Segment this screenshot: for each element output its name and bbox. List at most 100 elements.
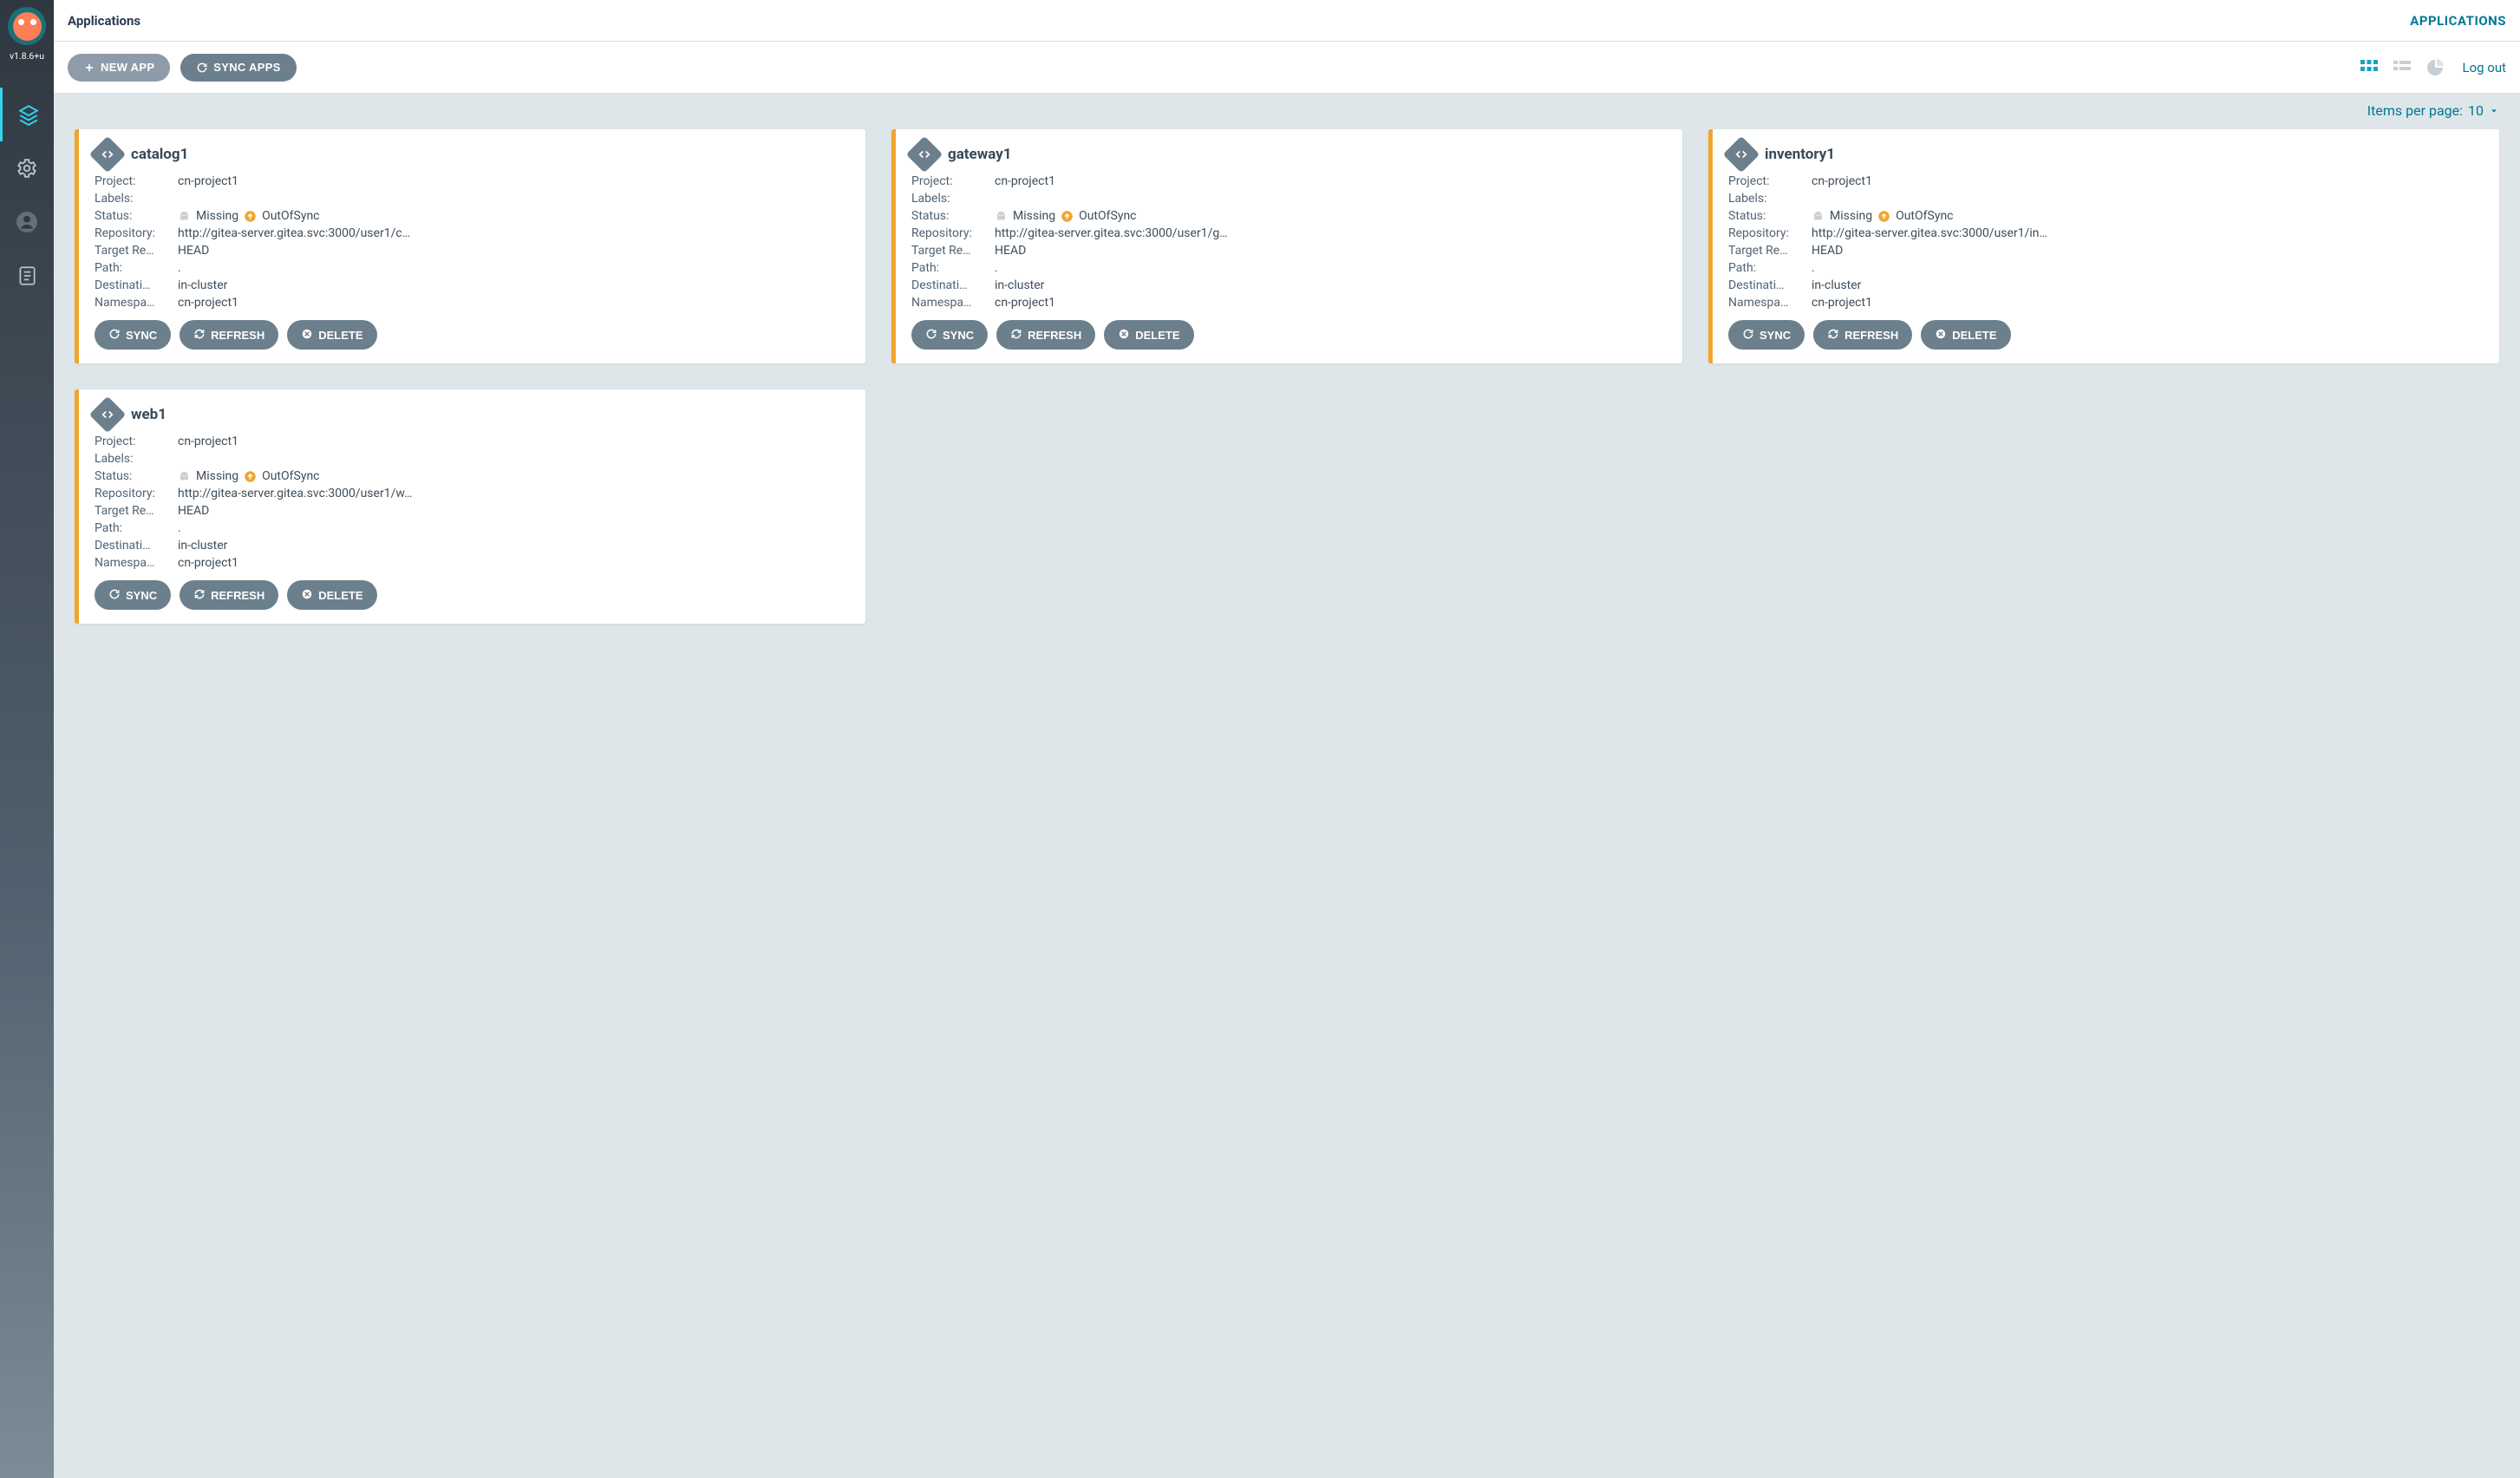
row-value: HEAD — [1812, 244, 2484, 258]
refresh-icon — [1010, 328, 1022, 343]
row-label: Target Re… — [1728, 244, 1805, 258]
refresh-button[interactable]: REFRESH — [180, 320, 278, 350]
row-value — [995, 192, 1667, 206]
status-value: Missing OutOfSync — [178, 209, 850, 223]
row-label: Namespa… — [1728, 296, 1805, 310]
row-value: cn-project1 — [1812, 296, 2484, 310]
topbar: Applications APPLICATIONS — [54, 0, 2520, 42]
row-label: Labels: — [1728, 192, 1805, 206]
app-card[interactable]: gateway1 Project: cn-project1 Labels: Status… — [891, 129, 1682, 363]
toolbar: NEW APP SYNC APPS Log out — [54, 42, 2520, 94]
row-label: Project: — [95, 174, 171, 188]
row-value: . — [178, 261, 850, 275]
logo-icon — [8, 7, 46, 45]
refresh-button[interactable]: REFRESH — [996, 320, 1095, 350]
row-value: cn-project1 — [178, 296, 850, 310]
pager-value: 10 — [2468, 102, 2484, 119]
app-card[interactable]: inventory1Project:cn-project1Labels:Stat… — [1708, 129, 2499, 363]
delete-icon — [301, 588, 313, 603]
row-value: . — [1812, 261, 2484, 275]
delete-button[interactable]: DELETE — [287, 580, 376, 610]
row-value: cn-project1 — [178, 435, 850, 448]
row-value: cn-project1 — [1812, 174, 2484, 188]
button-label: SYNC — [1759, 329, 1791, 342]
row-value: http://gitea-server.gitea.svc:3000/user1… — [178, 487, 850, 500]
sync-button[interactable]: SYNC — [911, 320, 988, 350]
status-value: Missing OutOfSync — [178, 469, 850, 483]
refresh-icon — [193, 588, 206, 603]
row-label: Status: — [911, 209, 988, 223]
row-label: Repository: — [95, 487, 171, 500]
app-card[interactable]: catalog1Project:cn-project1Labels:Status… — [75, 129, 865, 363]
tiles-view-icon[interactable] — [2358, 57, 2380, 78]
sync-button[interactable]: SYNC — [95, 320, 171, 350]
app-name: gateway1 — [948, 146, 1012, 163]
row-label: Labels: — [911, 192, 988, 206]
refresh-icon — [1827, 328, 1839, 343]
plus-icon — [83, 62, 95, 74]
row-label: Path: — [95, 261, 171, 275]
delete-icon — [1935, 328, 1947, 343]
row-value: cn-project1 — [995, 296, 1667, 310]
delete-button[interactable]: DELETE — [1104, 320, 1193, 350]
sidebar-item-applications[interactable] — [0, 88, 54, 141]
row-value: . — [178, 521, 850, 535]
logout-link[interactable]: Log out — [2462, 60, 2506, 75]
status-value: Missing OutOfSync — [1812, 209, 2484, 223]
button-label: REFRESH — [211, 589, 264, 602]
notebook-icon — [16, 265, 38, 287]
button-label: REFRESH — [211, 329, 264, 342]
new-app-button[interactable]: NEW APP — [68, 54, 170, 82]
list-view-icon[interactable] — [2391, 57, 2413, 78]
row-label: Project: — [1728, 174, 1805, 188]
pager-label: Items per page: — [2367, 102, 2463, 119]
sync-button[interactable]: SYNC — [95, 580, 171, 610]
sync-apps-button[interactable]: SYNC APPS — [180, 54, 296, 82]
refresh-button[interactable]: REFRESH — [180, 580, 278, 610]
row-value: cn-project1 — [178, 174, 850, 188]
row-value: cn-project1 — [178, 556, 850, 570]
row-label: Labels: — [95, 192, 171, 206]
breadcrumb-applications[interactable]: APPLICATIONS — [2410, 13, 2506, 29]
refresh-button[interactable]: REFRESH — [1813, 320, 1912, 350]
delete-button[interactable]: DELETE — [287, 320, 376, 350]
main: Applications APPLICATIONS NEW APP SYNC A… — [54, 0, 2520, 1478]
layers-icon — [17, 103, 40, 126]
pie-view-icon[interactable] — [2424, 57, 2446, 78]
sidebar-item-settings[interactable] — [0, 141, 54, 195]
delete-button[interactable]: DELETE — [1921, 320, 2010, 350]
row-value: http://gitea-server.gitea.svc:3000/user1… — [1812, 226, 2484, 240]
row-label: Destinati… — [95, 539, 171, 553]
button-label: REFRESH — [1028, 329, 1081, 342]
row-label: Namespa… — [95, 556, 171, 570]
row-label: Status: — [1728, 209, 1805, 223]
sync-apps-label: SYNC APPS — [213, 61, 280, 74]
row-value: http://gitea-server.gitea.svc:3000/user1… — [178, 226, 850, 240]
app-name: catalog1 — [131, 146, 188, 163]
refresh-icon — [193, 328, 206, 343]
row-value: in-cluster — [178, 278, 850, 292]
button-label: DELETE — [318, 589, 362, 602]
row-label: Status: — [95, 469, 171, 483]
sync-button[interactable]: SYNC — [1728, 320, 1805, 350]
sidebar-item-user[interactable] — [0, 195, 54, 249]
status-value: Missing OutOfSync — [995, 209, 1667, 223]
row-value: . — [995, 261, 1667, 275]
row-label: Target Re… — [95, 244, 171, 258]
row-value — [178, 192, 850, 206]
row-label: Namespa… — [911, 296, 988, 310]
user-icon — [16, 211, 38, 233]
row-value: HEAD — [995, 244, 1667, 258]
sidebar: v1.8.6+u — [0, 0, 54, 1478]
row-label: Repository: — [911, 226, 988, 240]
row-label: Project: — [911, 174, 988, 188]
button-label: DELETE — [318, 329, 362, 342]
pager[interactable]: Items per page: 10 — [54, 94, 2520, 119]
applications-grid: catalog1 Project: cn-project1 Labels: Status… — [54, 119, 2520, 651]
app-icon — [89, 136, 126, 173]
page-title: Applications — [68, 13, 140, 29]
sidebar-item-docs[interactable] — [0, 249, 54, 303]
version-label: v1.8.6+u — [10, 50, 44, 62]
app-card[interactable]: web1Project:cn-project1Labels:Status:Mis… — [75, 389, 865, 624]
app-icon — [1723, 136, 1759, 173]
